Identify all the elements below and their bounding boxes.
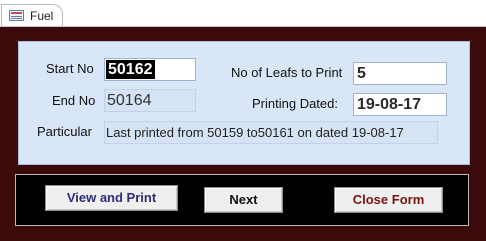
view-and-print-button[interactable]: View and Print (45, 185, 178, 211)
particular-label: Particular (37, 124, 92, 139)
start-no-value: 50162 (106, 60, 155, 79)
tab-fuel[interactable]: Fuel (1, 4, 63, 27)
start-no-field[interactable]: 50162 (104, 58, 196, 81)
tab-fuel-label: Fuel (30, 9, 54, 23)
next-button[interactable]: Next (204, 187, 283, 213)
entry-panel: Start No 50162 No of Leafs to Print 5 En… (18, 41, 470, 165)
form-icon (9, 10, 24, 21)
fuel-form: Start No 50162 No of Leafs to Print 5 En… (0, 27, 486, 241)
no-of-leafs-field[interactable]: 5 (353, 62, 447, 85)
start-no-label: Start No (46, 61, 94, 76)
no-of-leafs-label: No of Leafs to Print (231, 65, 343, 80)
document-tab-bar: Fuel (0, 0, 486, 27)
end-no-field: 50164 (104, 89, 196, 112)
close-form-button[interactable]: Close Form (334, 187, 443, 213)
end-no-label: End No (52, 93, 96, 108)
button-bar: View and Print Next Close Form (15, 174, 469, 226)
printing-dated-label: Printing Dated: (252, 96, 338, 111)
printing-dated-field[interactable]: 19-08-17 (353, 93, 447, 116)
particular-field: Last printed from 50159 to50161 on dated… (104, 121, 438, 144)
